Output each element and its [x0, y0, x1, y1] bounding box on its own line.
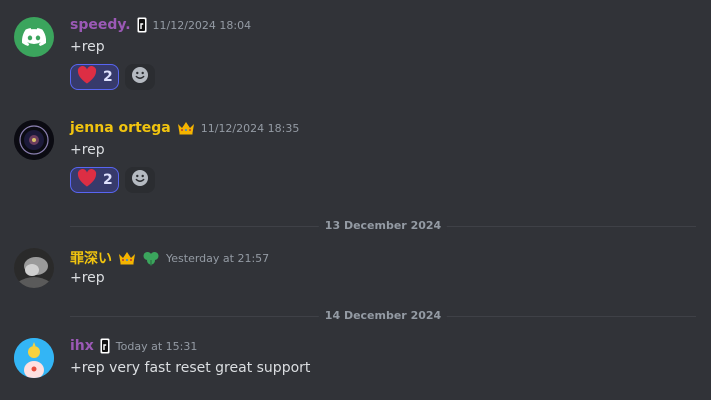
username[interactable]: speedy. — [70, 17, 131, 33]
message-text: +rep — [70, 39, 105, 55]
date-divider: 14 December 2024 — [70, 309, 696, 323]
green-clover-icon — [142, 250, 160, 266]
message-text: +rep — [70, 142, 105, 158]
message-header: speedy. 11/12/2024 18:04 — [70, 17, 251, 33]
timestamp: 11/12/2024 18:35 — [200, 121, 300, 135]
discord-logo-icon[interactable] — [14, 17, 54, 57]
message: 罪深い Yesterday at 21:57 +rep — [0, 236, 711, 296]
r-tag-icon — [137, 17, 147, 33]
date-divider: 13 December 2024 — [70, 219, 696, 233]
add-reaction-icon — [131, 66, 149, 88]
reaction-bar: 2 — [70, 64, 155, 90]
r-tag-icon — [100, 338, 110, 354]
message: speedy. 11/12/2024 18:04 +rep 2 — [0, 0, 711, 100]
add-reaction-icon — [131, 169, 149, 191]
reaction-count: 2 — [103, 172, 113, 188]
date-divider-label: 13 December 2024 — [318, 219, 448, 233]
cartoon-avatar-icon[interactable] — [14, 338, 54, 378]
timestamp: Yesterday at 21:57 — [166, 251, 270, 265]
red-heart-icon — [77, 168, 97, 191]
message: ihx Today at 15:31 +rep very fast reset … — [0, 326, 711, 400]
heart-reaction-button[interactable]: 2 — [70, 167, 119, 193]
timestamp: Today at 15:31 — [115, 339, 198, 353]
crown-icon — [177, 121, 195, 135]
username[interactable]: ihx — [70, 338, 94, 354]
message-text: +rep — [70, 270, 105, 286]
circular-emblem-avatar-icon[interactable] — [14, 120, 54, 160]
message: jenna ortega 11/12/2024 18:35 +rep 2 — [0, 104, 711, 204]
username[interactable]: 罪深い — [70, 248, 112, 268]
message-header: 罪深い Yesterday at 21:57 — [70, 248, 269, 268]
timestamp: 11/12/2024 18:04 — [152, 18, 252, 32]
add-reaction-button[interactable] — [125, 167, 155, 193]
reaction-count: 2 — [103, 69, 113, 85]
red-heart-icon — [77, 65, 97, 88]
grayscale-photo-avatar-icon[interactable] — [14, 248, 54, 288]
heart-reaction-button[interactable]: 2 — [70, 64, 119, 90]
username[interactable]: jenna ortega — [70, 120, 171, 136]
crown-icon — [118, 251, 136, 265]
reaction-bar: 2 — [70, 167, 155, 193]
date-divider-label: 14 December 2024 — [318, 309, 448, 323]
message-header: jenna ortega 11/12/2024 18:35 — [70, 120, 299, 136]
message-text: +rep very fast reset great support — [70, 360, 311, 376]
add-reaction-button[interactable] — [125, 64, 155, 90]
message-header: ihx Today at 15:31 — [70, 338, 197, 354]
